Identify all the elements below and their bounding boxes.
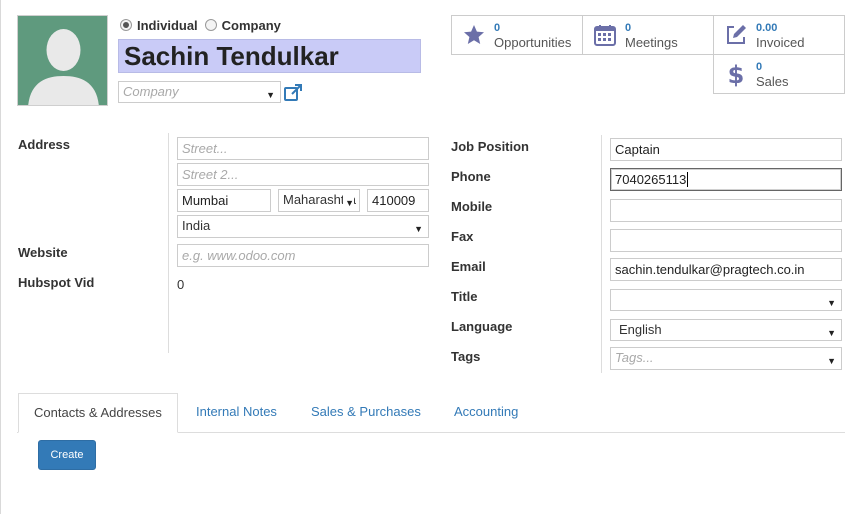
chevron-down-icon: ▼ <box>827 298 836 308</box>
tab-sales-purchases[interactable]: Sales & Purchases <box>296 393 436 433</box>
website-placeholder: e.g. www.odoo.com <box>182 248 296 263</box>
language-label: Language <box>451 319 513 334</box>
pencil-square-icon <box>722 23 750 47</box>
person-silhouette-icon <box>18 16 107 105</box>
meetings-count: 0 <box>625 21 632 34</box>
partner-avatar[interactable] <box>17 15 108 106</box>
chevron-down-icon: ▼ <box>827 356 836 366</box>
svg-text:$: $ <box>728 61 745 87</box>
individual-radio[interactable]: Individual <box>120 18 198 33</box>
fax-input[interactable] <box>610 229 842 252</box>
text-cursor <box>687 172 689 187</box>
partner-type-radio-group: Individual Company <box>120 17 288 33</box>
language-select[interactable]: English ▼ <box>610 319 842 341</box>
meetings-button[interactable]: 0 Meetings <box>582 15 714 55</box>
fax-label: Fax <box>451 229 474 244</box>
tags-input[interactable]: Tags... ▼ <box>610 347 842 370</box>
sales-count: 0 <box>756 60 763 73</box>
tab-internal-notes[interactable]: Internal Notes <box>181 393 292 433</box>
address-label: Address <box>18 137 71 152</box>
invoiced-label: Invoiced <box>756 34 805 50</box>
company-radio-label: Company <box>221 17 281 33</box>
sales-button[interactable]: $ 0 Sales <box>713 54 845 94</box>
company-select-placeholder: Company <box>123 84 179 99</box>
zip-input[interactable]: 410009 <box>367 189 429 212</box>
chevron-down-icon: ▼ <box>827 328 836 338</box>
tags-label: Tags <box>451 349 481 364</box>
hubspot-vid-value: 0 <box>177 277 185 292</box>
invoiced-button[interactable]: 0.00 Invoiced <box>713 15 845 55</box>
opportunities-count: 0 <box>494 21 501 34</box>
create-button[interactable]: Create <box>38 440 96 470</box>
dollar-icon: $ <box>722 61 750 87</box>
sales-label: Sales <box>756 73 789 89</box>
tab-accounting[interactable]: Accounting <box>439 393 533 433</box>
phone-value: 7040265113 <box>615 172 687 187</box>
mobile-input[interactable] <box>610 199 842 222</box>
radio-unchecked-icon[interactable] <box>204 19 217 31</box>
opportunities-button[interactable]: 0 Opportunities <box>451 15 583 55</box>
right-column-divider <box>601 135 602 373</box>
title-label: Title <box>451 289 478 304</box>
street-placeholder: Street... <box>182 141 228 156</box>
chevron-down-icon: ▼ <box>343 195 354 211</box>
hubspot-vid-label: Hubspot Vid <box>18 275 95 290</box>
phone-label: Phone <box>451 169 491 184</box>
external-link-icon[interactable] <box>283 83 303 103</box>
calendar-icon <box>591 23 619 47</box>
tags-placeholder: Tags... <box>615 350 654 365</box>
invoiced-amount: 0.00 <box>756 21 778 34</box>
chevron-down-icon: ▼ <box>414 224 423 234</box>
street-input[interactable]: Street... <box>177 137 429 160</box>
street2-input[interactable]: Street 2... <box>177 163 429 186</box>
tab-contacts-addresses[interactable]: Contacts & Addresses <box>18 393 178 433</box>
company-radio[interactable]: Company <box>204 17 281 33</box>
radio-checked-icon[interactable] <box>120 19 132 31</box>
email-input[interactable]: sachin.tendulkar@pragtech.co.in <box>610 258 842 281</box>
title-select[interactable]: ▼ <box>610 289 842 311</box>
phone-input[interactable]: 7040265113 <box>610 168 842 191</box>
language-value: English <box>619 322 662 337</box>
website-input[interactable]: e.g. www.odoo.com <box>177 244 429 267</box>
job-position-label: Job Position <box>451 139 529 154</box>
star-icon <box>460 23 488 47</box>
city-input[interactable]: Mumbai <box>177 189 271 212</box>
partner-name-input[interactable]: Sachin Tendulkar <box>118 39 421 73</box>
state-select[interactable]: Maharashtra ▼ <box>278 189 360 212</box>
left-column-divider <box>168 133 169 353</box>
meetings-label: Meetings <box>625 34 678 50</box>
company-select[interactable]: Company ▼ <box>118 81 281 103</box>
email-label: Email <box>451 259 486 274</box>
mobile-label: Mobile <box>451 199 493 214</box>
individual-radio-label: Individual <box>137 17 198 33</box>
job-position-input[interactable]: Captain <box>610 138 842 161</box>
country-select[interactable]: India ▼ <box>177 215 429 238</box>
opportunities-label: Opportunities <box>494 34 572 50</box>
chevron-down-icon: ▼ <box>266 90 275 100</box>
website-label: Website <box>18 245 68 260</box>
country-value: India <box>182 218 211 233</box>
street2-placeholder: Street 2... <box>182 167 239 182</box>
